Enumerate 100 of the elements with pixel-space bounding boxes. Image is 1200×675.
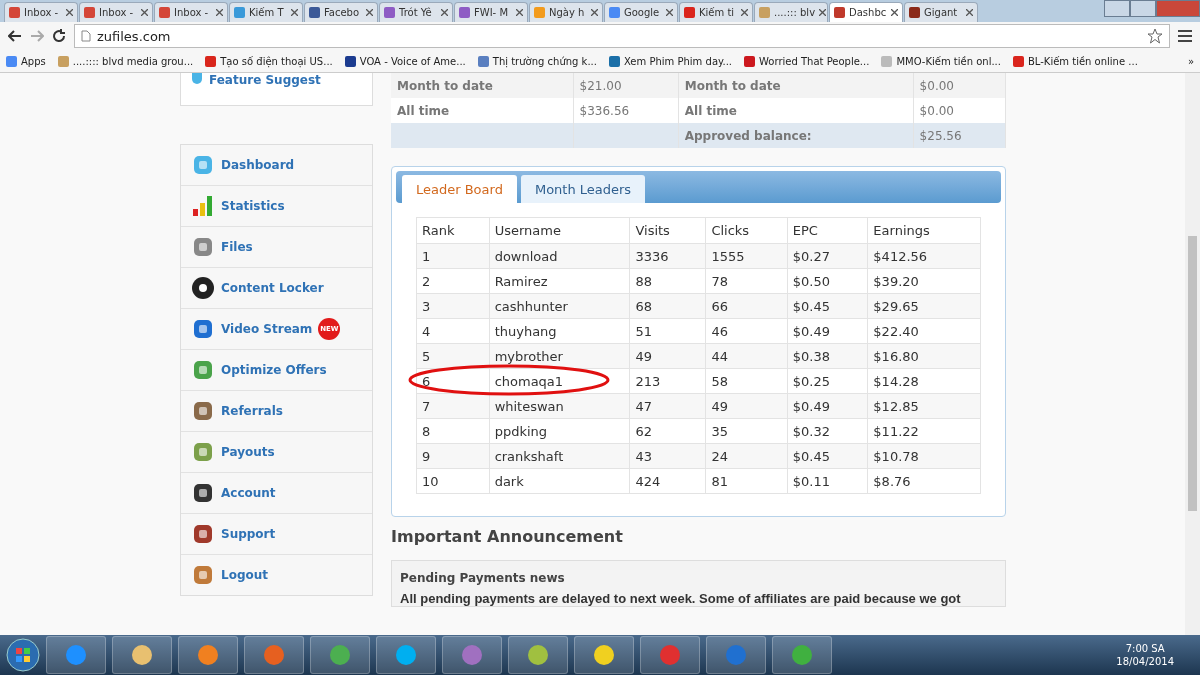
sidebar-item[interactable]: Statistics — [181, 186, 372, 227]
browser-tab[interactable]: Inbox - — [4, 2, 78, 22]
taskbar-app-icon[interactable] — [574, 636, 634, 674]
browser-tab[interactable]: Gigant — [904, 2, 978, 22]
column-header: Clicks — [705, 217, 788, 244]
close-icon[interactable] — [441, 9, 448, 16]
column-header: Earnings — [867, 217, 981, 244]
bookmark-link[interactable]: Xem Phim Phim day... — [608, 55, 733, 67]
close-icon[interactable] — [891, 9, 898, 16]
browser-tab[interactable]: Kiếm ti — [679, 2, 753, 22]
taskbar-app-icon[interactable] — [46, 636, 106, 674]
taskbar-app-icon[interactable] — [376, 636, 436, 674]
taskbar-app-icon[interactable] — [442, 636, 502, 674]
browser-tab[interactable]: Trót Yê — [379, 2, 453, 22]
close-icon[interactable] — [591, 9, 598, 16]
table-cell: $0.45 — [787, 293, 868, 319]
table-cell: crankshaft — [489, 443, 630, 469]
browser-tab[interactable]: Inbox - — [79, 2, 153, 22]
sidebar-item[interactable]: Dashboard — [181, 145, 372, 186]
leaderboard-tab[interactable]: Leader Board — [402, 175, 517, 203]
minimize-button[interactable] — [1104, 0, 1130, 17]
taskbar-app-icon[interactable] — [310, 636, 370, 674]
table-cell: 8 — [416, 418, 490, 444]
table-cell: $0.27 — [787, 243, 868, 269]
table-cell: 24 — [705, 443, 788, 469]
bookmark-link[interactable]: Apps — [6, 55, 46, 67]
address-field[interactable]: zufiles.com — [74, 24, 1170, 48]
bookmark-link[interactable]: Tạo số điện thoại US... — [205, 55, 333, 67]
table-cell: 1 — [416, 243, 490, 269]
lightbulb-icon — [191, 73, 203, 87]
table-cell: cashhunter — [489, 293, 630, 319]
sidebar-item[interactable]: Content Locker — [181, 268, 372, 309]
table-cell: $8.76 — [867, 468, 981, 494]
bookmark-link[interactable]: MMO-Kiếm tiền onl... — [881, 55, 1001, 67]
table-cell: 66 — [705, 293, 788, 319]
browser-tab[interactable]: Google — [604, 2, 678, 22]
close-icon[interactable] — [291, 9, 298, 16]
announcement-title: Pending Payments news — [400, 571, 566, 585]
close-icon[interactable] — [966, 9, 973, 16]
taskbar-app-icon[interactable] — [772, 636, 832, 674]
browser-tab[interactable]: Kiếm T — [229, 2, 303, 22]
bookmark-link[interactable]: BL-Kiếm tiền online ... — [1012, 55, 1138, 67]
browser-tab[interactable]: Inbox - — [154, 2, 228, 22]
table-cell: download — [489, 243, 630, 269]
table-cell: 49 — [705, 393, 788, 419]
table-cell: ppdking — [489, 418, 630, 444]
back-icon[interactable] — [8, 30, 22, 42]
sidebar-item[interactable]: Optimize Offers — [181, 350, 372, 391]
close-icon[interactable] — [66, 9, 73, 16]
menu-icon[interactable] — [1178, 30, 1192, 42]
table-cell: $412.56 — [867, 243, 981, 269]
browser-tab[interactable]: Dashbc — [829, 2, 903, 22]
close-icon[interactable] — [819, 9, 827, 16]
taskbar-app-icon[interactable] — [706, 636, 766, 674]
close-icon[interactable] — [516, 9, 523, 16]
close-icon[interactable] — [741, 9, 748, 16]
close-icon[interactable] — [666, 9, 673, 16]
sidebar-item[interactable]: Files — [181, 227, 372, 268]
browser-tab[interactable]: FWI- M — [454, 2, 528, 22]
reload-icon[interactable] — [52, 29, 66, 43]
sidebar-item[interactable]: Support — [181, 514, 372, 555]
table-cell: $39.20 — [867, 268, 981, 294]
browser-tab[interactable]: Ngày h — [529, 2, 603, 22]
table-cell: 10 — [416, 468, 490, 494]
sidebar-item[interactable]: Logout — [181, 555, 372, 595]
bookmark-link[interactable]: Worried That People... — [744, 55, 870, 67]
browser-tab[interactable]: ....::: blv — [754, 2, 828, 22]
taskbar-app-icon[interactable] — [244, 636, 304, 674]
close-icon[interactable] — [141, 9, 148, 16]
table-cell: 81 — [705, 468, 788, 494]
bookmark-link[interactable]: ....:::: blvd media grou... — [57, 55, 194, 67]
taskbar-app-icon[interactable] — [640, 636, 700, 674]
bookmark-link[interactable]: VOA - Voice of Ame... — [344, 55, 466, 67]
start-icon[interactable] — [6, 638, 40, 672]
sidebar-item[interactable]: Referrals — [181, 391, 372, 432]
taskbar-app-icon[interactable] — [178, 636, 238, 674]
summary-cell: $25.56 — [919, 128, 962, 143]
maximize-button[interactable] — [1130, 0, 1156, 17]
table-cell: $0.49 — [787, 318, 868, 344]
table-cell: $0.45 — [787, 443, 868, 469]
table-cell: 35 — [705, 418, 788, 444]
announcement-text: All pending payments are delayed to next week. Some of affiliates are paid because we got — [400, 591, 961, 606]
taskbar-app-icon[interactable] — [112, 636, 172, 674]
bookmarks-overflow[interactable]: » — [1187, 55, 1194, 67]
close-icon[interactable] — [366, 9, 373, 16]
leaderboard-tab[interactable]: Month Leaders — [520, 175, 646, 203]
table-cell: 2 — [416, 268, 490, 294]
table-cell: $11.22 — [867, 418, 981, 444]
summary-cell: Approved balance: — [684, 128, 812, 143]
taskbar-app-icon[interactable] — [508, 636, 568, 674]
column-header: Username — [489, 217, 630, 244]
table-cell: $0.11 — [787, 468, 868, 494]
close-icon[interactable] — [216, 9, 223, 16]
sidebar-item[interactable]: Payouts — [181, 432, 372, 473]
star-icon[interactable] — [1147, 28, 1163, 44]
table-cell: Ramirez — [489, 268, 630, 294]
browser-tab[interactable]: Facebo — [304, 2, 378, 22]
sidebar-item[interactable]: Account — [181, 473, 372, 514]
table-cell: $22.40 — [867, 318, 981, 344]
bookmark-link[interactable]: Thị trường chứng k... — [477, 55, 597, 67]
